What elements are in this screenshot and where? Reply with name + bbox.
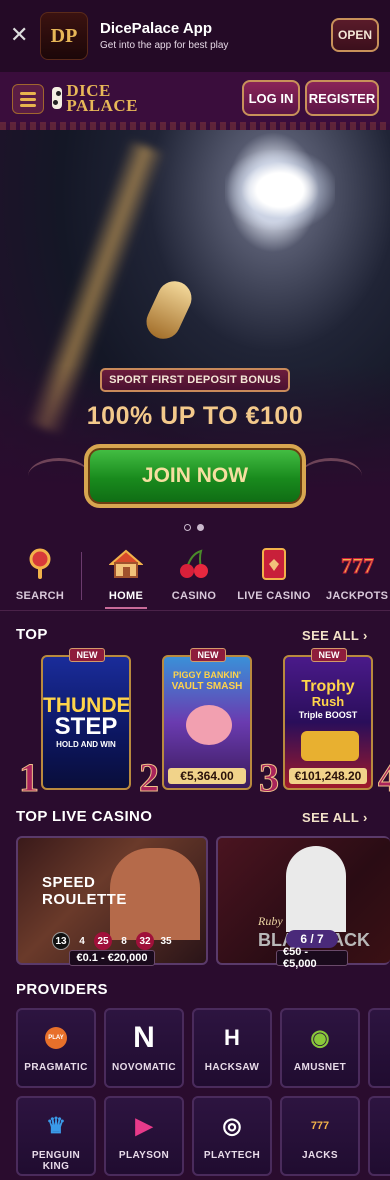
chevron-right-icon: › <box>363 810 368 825</box>
cherries-icon <box>166 545 222 583</box>
rank-number: 2 <box>139 755 160 801</box>
provider-tile-novomatic[interactable]: N NOVOMATIC <box>104 1008 184 1088</box>
live-section-title: TOP LIVE CASINO <box>16 808 153 825</box>
carousel-dot-active[interactable] <box>197 524 204 531</box>
svg-text:777: 777 <box>341 553 374 578</box>
new-badge: NEW <box>190 648 226 662</box>
magnifier-icon <box>4 545 76 583</box>
app-install-banner: ✕ DP DicePalace App Get into the app for… <box>0 0 390 72</box>
nav-home[interactable]: HOME <box>100 545 152 611</box>
house-icon <box>100 545 152 583</box>
app-subtitle: Get into the app for best play <box>100 40 229 51</box>
provider-tile-penguin-king[interactable]: ♛ PENGUIN KING <box>16 1096 96 1176</box>
provider-tile-jacks[interactable]: 777 JACKS <box>280 1096 360 1176</box>
brand-logo[interactable]: DICE PALACE <box>52 80 138 116</box>
hamburger-menu-icon[interactable] <box>12 84 44 114</box>
jacks-logo-icon: 777 <box>310 1120 330 1132</box>
playtech-logo-icon: ◎ <box>222 1113 242 1138</box>
nav-casino[interactable]: CASINO <box>166 545 222 611</box>
open-app-button[interactable]: OPEN <box>331 18 379 52</box>
game-card[interactable]: THUNDER STEP HOLD AND WIN <box>41 655 131 790</box>
carousel-dots <box>184 524 204 531</box>
top-see-all-link[interactable]: SEE ALL › <box>302 628 368 643</box>
category-nav: SEARCH HOME CASINO LIVE CASINO 777 JACKP… <box>0 545 390 611</box>
ornament-left <box>28 458 90 494</box>
bet-limit: €50 - €5,000 <box>276 946 348 970</box>
provider-tile-partial[interactable] <box>368 1096 390 1176</box>
recent-numbers: 13 4 25 8 32 35 <box>52 932 175 950</box>
jackpot-amount: €101,248.20 <box>289 768 367 784</box>
game-card[interactable]: PIGGY BANKIN' VAULT SMASH €5,364.00 <box>162 655 252 790</box>
join-now-button[interactable]: JOIN NOW <box>84 444 306 508</box>
game-card[interactable]: Trophy Rush Triple BOOST €101,248.20 <box>283 655 373 790</box>
login-button[interactable]: LOG IN <box>242 80 300 116</box>
chevron-right-icon: › <box>363 628 368 643</box>
gold-pot-image <box>301 731 359 761</box>
site-header: DICE PALACE LOG IN REGISTER <box>0 72 390 124</box>
nav-jackpots[interactable]: 777 JACKPOTS <box>326 545 388 611</box>
header-ornament <box>0 122 390 130</box>
rank-number: 1 <box>19 755 40 801</box>
bet-limit: €0.1 - €20,000 <box>69 950 155 966</box>
hacksaw-logo-icon: H <box>224 1025 240 1050</box>
amusnet-logo-icon: ◉ <box>310 1025 330 1050</box>
hero-title: 100% UP TO €100 <box>86 402 304 430</box>
ornament-right <box>300 458 362 494</box>
new-badge: NEW <box>69 648 105 662</box>
provider-tile-pragmatic[interactable]: PLAY PRAGMATIC <box>16 1008 96 1088</box>
bonus-tag: SPORT FIRST DEPOSIT BONUS <box>100 368 290 392</box>
dice-icon <box>52 87 63 109</box>
carousel-dot[interactable] <box>184 524 191 531</box>
light-flare <box>225 150 335 230</box>
register-button[interactable]: REGISTER <box>305 80 379 116</box>
provider-tile-partial[interactable] <box>368 1008 390 1088</box>
provider-tile-playson[interactable]: ▶ PLAYSON <box>104 1096 184 1176</box>
top-section-title: TOP <box>16 626 48 643</box>
jackpot-amount: €5,364.00 <box>168 768 246 784</box>
app-logo: DP <box>40 12 88 60</box>
live-table-card[interactable]: SPEED ROULETTE 13 4 25 8 32 35 <box>16 836 208 965</box>
rank-number: 4 <box>378 755 390 801</box>
live-see-all-link[interactable]: SEE ALL › <box>302 810 368 825</box>
pragmatic-logo-icon: PLAY <box>18 1022 94 1054</box>
providers-section-title: PROVIDERS <box>16 981 108 998</box>
provider-tile-playtech[interactable]: ◎ PLAYTECH <box>192 1096 272 1176</box>
dart-image <box>140 275 198 345</box>
penguin-king-logo-icon: ♛ <box>46 1113 66 1138</box>
new-badge: NEW <box>311 648 347 662</box>
777-icon: 777 <box>326 545 388 583</box>
nav-search[interactable]: SEARCH <box>4 545 76 611</box>
provider-tile-hacksaw[interactable]: H HACKSAW <box>192 1008 272 1088</box>
rank-number: 3 <box>259 755 280 801</box>
novomatic-logo-icon: N <box>133 1021 155 1054</box>
app-title: DicePalace App <box>100 20 212 37</box>
piggy-image <box>186 705 232 745</box>
dealer-image <box>286 846 346 932</box>
nav-divider <box>81 552 82 600</box>
card-icon <box>234 545 314 583</box>
close-icon[interactable]: ✕ <box>10 24 28 46</box>
playson-logo-icon: ▶ <box>135 1113 153 1138</box>
provider-tile-amusnet[interactable]: ◉ AMUSNET <box>280 1008 360 1088</box>
brand-line2: PALACE <box>66 96 138 115</box>
nav-live-casino[interactable]: LIVE CASINO <box>234 545 314 611</box>
hero-banner[interactable]: SPORT FIRST DEPOSIT BONUS 100% UP TO €10… <box>0 130 390 545</box>
